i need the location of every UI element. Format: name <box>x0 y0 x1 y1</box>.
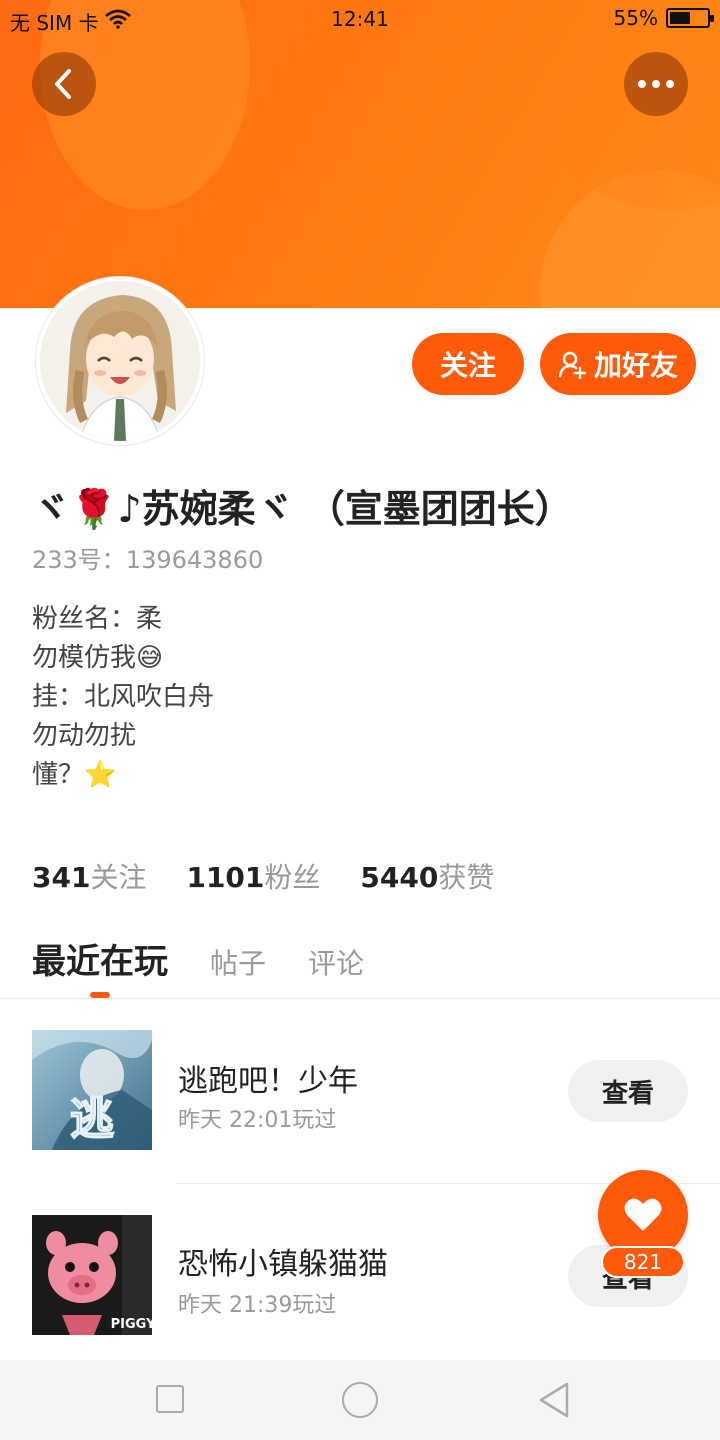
stat-value: 341 <box>32 861 91 894</box>
game-played-time: 昨天 21:39玩过 <box>178 1293 337 1318</box>
stat-following[interactable]: 341关注 <box>32 856 146 896</box>
game-thumbnail: PIGGY <box>32 1215 152 1335</box>
chevron-left-icon <box>55 69 71 99</box>
more-button[interactable] <box>624 52 688 116</box>
stat-label: 粉丝 <box>264 861 321 894</box>
recent-apps-button[interactable] <box>156 1385 184 1413</box>
profile-id: 233号：139643860 <box>32 546 264 574</box>
bio-line: 勿动勿扰 <box>32 721 137 751</box>
add-friend-label: 加好友 <box>593 349 678 382</box>
stat-value: 5440 <box>360 861 439 894</box>
divider <box>0 998 720 999</box>
avatar[interactable] <box>36 277 204 445</box>
game-played-time: 昨天 22:01玩过 <box>178 1108 337 1133</box>
bio-line: 挂：北风吹白舟 <box>32 682 215 712</box>
bio-line: 懂？⭐ <box>32 760 117 790</box>
profile-bio: 粉丝名：柔 勿模仿我😅 挂：北风吹白舟 勿动勿扰 懂？⭐ <box>32 600 214 795</box>
tab-posts[interactable]: 帖子 <box>210 942 266 982</box>
back-triangle-icon[interactable] <box>536 1380 572 1420</box>
battery-percent: 55% <box>613 6 658 30</box>
follow-label: 关注 <box>439 349 496 382</box>
game-thumbnail: 逃 <box>32 1030 152 1150</box>
stat-likes[interactable]: 5440获赞 <box>360 856 494 896</box>
tab-comments[interactable]: 评论 <box>308 942 364 982</box>
profile-stats: 341关注 1101粉丝 5440获赞 <box>32 856 494 896</box>
heart-icon <box>624 1198 662 1231</box>
stat-value: 1101 <box>186 861 265 894</box>
battery-fill <box>670 12 690 24</box>
follow-button[interactable]: 关注 <box>412 333 524 395</box>
add-friend-button[interactable]: 加好友 <box>540 333 696 395</box>
system-nav-bar <box>0 1360 720 1440</box>
list-item[interactable]: 逃 逃跑吧！少年 昨天 22:01玩过 查看 <box>0 1030 720 1180</box>
bio-line: 粉丝名：柔 <box>32 604 163 634</box>
profile-tabs: 最近在玩 帖子 评论 <box>32 934 406 998</box>
stat-fans[interactable]: 1101粉丝 <box>186 856 320 896</box>
battery-icon <box>666 8 714 28</box>
profile-username: ヾ🌹♪苏婉柔ヾ （宣墨团团长） <box>32 487 573 531</box>
game-name: 恐怖小镇躲猫猫 <box>178 1247 388 1282</box>
stat-label: 关注 <box>90 861 147 894</box>
stat-label: 获赞 <box>438 861 495 894</box>
tab-recent-played[interactable]: 最近在玩 <box>32 934 168 998</box>
game-thumb-text: 逃 <box>70 1094 114 1145</box>
like-count-badge: 821 <box>601 1246 685 1278</box>
game-name: 逃跑吧！少年 <box>178 1064 358 1099</box>
more-dots-icon <box>638 80 674 88</box>
game-thumb-text: PIGGY <box>111 1317 152 1332</box>
status-bar: 无 SIM 卡 12:41 55% <box>0 0 720 38</box>
profile-banner <box>0 0 720 308</box>
home-button[interactable] <box>342 1382 378 1418</box>
view-game-button[interactable]: 查看 <box>568 1060 688 1122</box>
back-button[interactable] <box>32 52 96 116</box>
add-user-icon <box>558 351 587 379</box>
clock: 12:41 <box>331 7 389 31</box>
bio-line: 勿模仿我😅 <box>32 643 164 673</box>
